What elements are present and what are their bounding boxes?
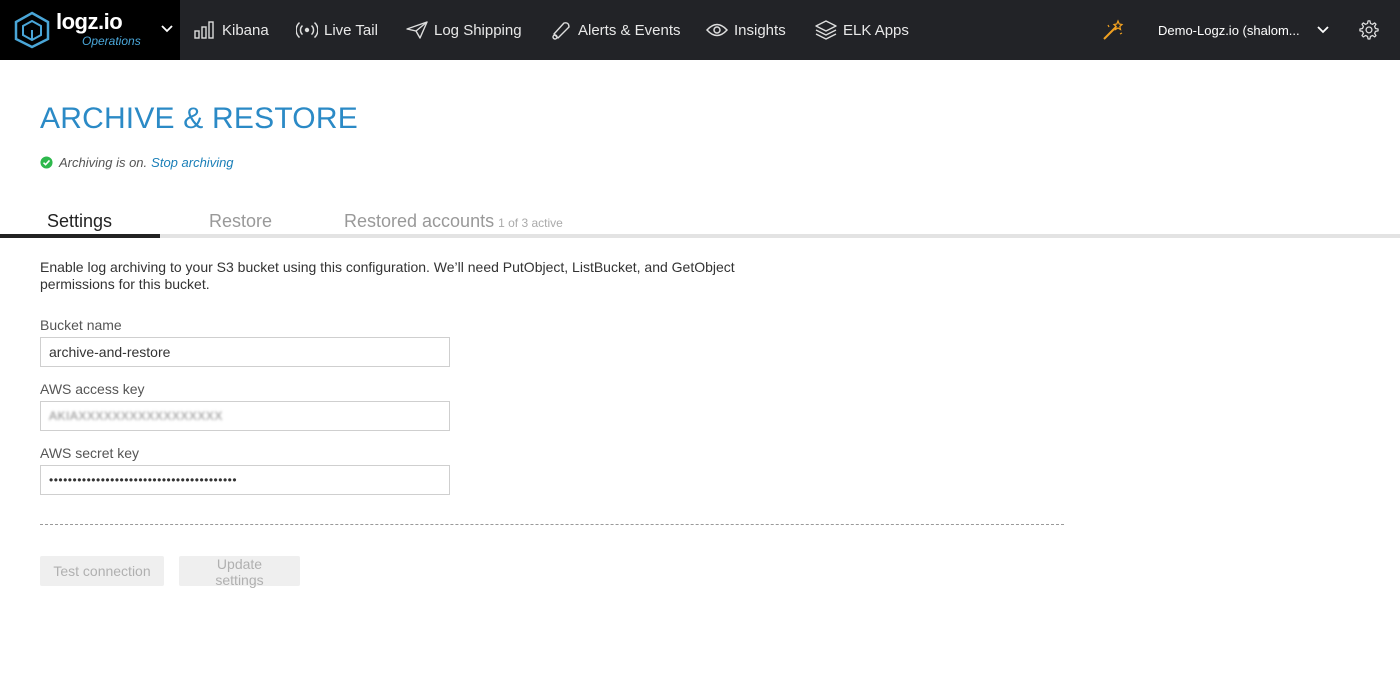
restored-accounts-badge: 1 of 3 active	[498, 216, 563, 230]
brand-name: logz.io	[56, 9, 123, 34]
magic-wand-icon[interactable]	[1102, 19, 1124, 41]
bar-chart-icon	[194, 21, 214, 39]
tab-restored-accounts[interactable]: Restored accounts 1 of 3 active	[344, 211, 563, 232]
nav-live-tail-label: Live Tail	[324, 21, 378, 39]
aws-secret-key-label: AWS secret key	[40, 445, 140, 461]
test-connection-button[interactable]: Test connection	[40, 556, 164, 586]
aws-secret-key-value: ••••••••••••••••••••••••••••••••••••••••	[49, 473, 238, 487]
bucket-name-label: Bucket name	[40, 317, 122, 333]
settings-intro-text: Enable log archiving to your S3 bucket u…	[40, 259, 735, 292]
tab-restored-accounts-label: Restored accounts	[344, 211, 495, 231]
brand-logo[interactable]: logz.io Operations	[0, 0, 180, 60]
paper-plane-icon	[406, 21, 428, 39]
top-nav-bar: logz.io Operations Kibana Live Tail Log …	[0, 0, 1400, 60]
nav-live-tail[interactable]: Live Tail	[296, 0, 378, 60]
chevron-down-icon[interactable]	[160, 22, 174, 36]
account-selector[interactable]: Demo-Logz.io (shalom...	[1158, 0, 1300, 60]
active-tab-indicator	[0, 234, 160, 238]
aws-access-key-input[interactable]: AKIAXXXXXXXXXXXXXXXXX	[40, 401, 450, 431]
nav-insights[interactable]: Insights	[706, 0, 786, 60]
bucket-name-value: archive-and-restore	[49, 344, 171, 360]
tab-settings[interactable]: Settings	[47, 211, 112, 232]
nav-alerts-events[interactable]: Alerts & Events	[550, 0, 681, 60]
bucket-name-input[interactable]: archive-and-restore	[40, 337, 450, 367]
broadcast-icon	[296, 21, 318, 39]
eye-icon	[706, 23, 728, 37]
nav-kibana-label: Kibana	[222, 21, 269, 39]
page-title: ARCHIVE & RESTORE	[40, 102, 358, 135]
aws-access-key-label: AWS access key	[40, 381, 145, 397]
stop-archiving-link[interactable]: Stop archiving	[151, 155, 233, 170]
nav-elk-apps-label: ELK Apps	[843, 21, 909, 39]
aws-secret-key-input[interactable]: ••••••••••••••••••••••••••••••••••••••••	[40, 465, 450, 495]
chevron-down-icon[interactable]	[1316, 23, 1330, 37]
brand-subtitle: Operations	[82, 34, 141, 48]
logo-cube-icon	[14, 11, 50, 49]
form-divider	[40, 524, 1064, 525]
nav-insights-label: Insights	[734, 21, 786, 39]
nav-log-shipping[interactable]: Log Shipping	[406, 0, 522, 60]
gear-icon[interactable]	[1358, 19, 1380, 41]
status-text: Archiving is on.	[59, 155, 148, 170]
tab-restore[interactable]: Restore	[209, 211, 272, 232]
check-circle-icon	[40, 156, 53, 169]
bell-icon	[552, 22, 570, 40]
account-name: Demo-Logz.io (shalom...	[1158, 22, 1300, 38]
nav-log-shipping-label: Log Shipping	[434, 21, 522, 39]
nav-kibana[interactable]: Kibana	[194, 0, 269, 60]
aws-access-key-value: AKIAXXXXXXXXXXXXXXXXX	[49, 409, 223, 423]
update-settings-button[interactable]: Update settings	[179, 556, 300, 588]
nav-elk-apps[interactable]: ELK Apps	[815, 0, 909, 60]
layers-icon	[815, 20, 837, 40]
archiving-status: Archiving is on. Stop archiving	[40, 155, 234, 170]
tab-bar-baseline	[0, 234, 1400, 238]
tab-bar: Settings Restore Restored accounts 1 of 3…	[0, 205, 1400, 240]
nav-alerts-events-label: Alerts & Events	[578, 21, 681, 39]
